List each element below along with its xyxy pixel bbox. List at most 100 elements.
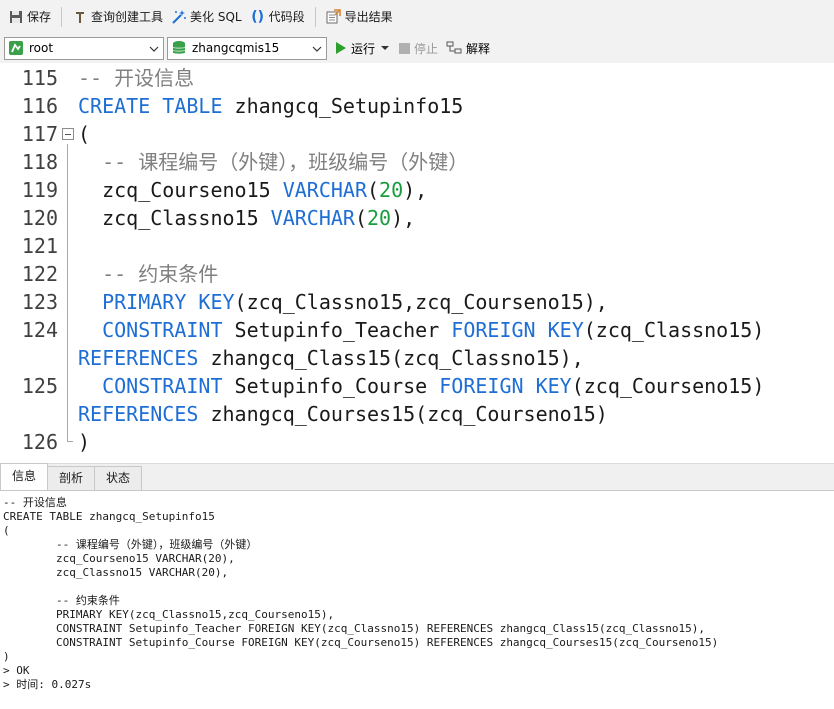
sql-comment: -- 约束条件 — [78, 262, 219, 286]
sql-number: 20 — [367, 206, 392, 230]
connection-toolbar: root zhangcqmis15 运行 停止 解释 — [0, 33, 834, 63]
output-line: CONSTRAINT Setupinfo_Teacher FOREIGN KEY… — [3, 622, 705, 635]
output-line: zcq_Classno15 VARCHAR(20), — [3, 566, 229, 579]
line-number: 116 — [21, 94, 58, 118]
fold-guide-line — [67, 144, 68, 434]
export-icon — [326, 9, 342, 25]
code-text: ), — [391, 206, 416, 230]
output-line: ( — [3, 524, 10, 537]
code-text: ( — [354, 206, 367, 230]
beautify-sql-button[interactable]: 美化 SQL — [167, 5, 246, 29]
output-line: zcq_Courseno15 VARCHAR(20), — [3, 552, 235, 565]
code-text: zhangcq_Courses15(zcq_Courseno15) — [198, 402, 608, 426]
line-number: 119 — [21, 178, 58, 202]
sql-comment: -- 开设信息 — [78, 66, 195, 90]
code-line: zcq_Courseno15 VARCHAR(20), — [78, 176, 427, 204]
stop-icon — [399, 42, 411, 54]
query-builder-button[interactable]: 查询创建工具 — [68, 5, 167, 29]
code-text: (zcq_Classno15) — [583, 318, 765, 342]
code-text: zhangcq_Setupinfo15 — [222, 94, 464, 118]
output-line: CREATE TABLE zhangcq_Setupinfo15 — [3, 510, 215, 523]
sql-editor[interactable]: 115 -- 开设信息 116 CREATE TABLE zhangcq_Setupi… — [0, 63, 834, 463]
code-text: (zcq_Classno15,zcq_Courseno15), — [234, 290, 608, 314]
sql-keyword: VARCHAR — [282, 178, 367, 202]
output-line: -- 开设信息 — [3, 496, 67, 509]
sql-keyword: VARCHAR — [270, 206, 355, 230]
code-line: PRIMARY KEY(zcq_Classno15,zcq_Courseno15… — [78, 288, 608, 316]
sql-comment: -- 课程编号（外键），班级编号（外键） — [78, 150, 469, 174]
message-output: -- 开设信息 CREATE TABLE zhangcq_Setupinfo15(… — [0, 491, 834, 709]
output-line: PRIMARY KEY(zcq_Classno15,zcq_Courseno15… — [3, 608, 335, 621]
query-builder-icon — [72, 9, 88, 25]
output-line: ) — [3, 650, 10, 663]
connection-select[interactable]: root — [4, 36, 164, 60]
code-line: CONSTRAINT Setupinfo_Course FOREIGN KEY(… — [78, 372, 764, 400]
output-line: > 时间: 0.027s — [3, 678, 92, 691]
run-button[interactable]: 运行 — [335, 40, 390, 57]
database-select[interactable]: zhangcqmis15 — [167, 36, 327, 60]
tab-status[interactable]: 状态 — [94, 466, 143, 490]
code-text: ( — [367, 178, 380, 202]
sql-keyword: CONSTRAINT — [78, 318, 223, 342]
query-builder-label: 查询创建工具 — [91, 10, 164, 24]
line-number: 123 — [21, 290, 58, 314]
export-results-button[interactable]: 导出结果 — [322, 5, 397, 29]
code-text: zcq_Courseno15 — [78, 178, 283, 202]
parentheses-icon: () — [251, 8, 264, 25]
chevron-down-icon — [149, 43, 159, 57]
tab-info[interactable]: 信息 — [0, 463, 49, 490]
code-snippet-button[interactable]: () 代码段 — [246, 5, 309, 29]
line-number: 118 — [21, 150, 58, 174]
tab-profile[interactable]: 剖析 — [47, 466, 96, 490]
sql-keyword: REFERENCES — [78, 402, 199, 426]
line-number: 122 — [21, 262, 58, 286]
export-results-label: 导出结果 — [344, 10, 393, 24]
sql-keyword: REFERENCES — [78, 346, 199, 370]
stop-button[interactable]: 停止 — [399, 40, 438, 57]
code-line: REFERENCES zhangcq_Courses15(zcq_Coursen… — [78, 400, 608, 428]
play-icon — [335, 42, 347, 54]
code-line: zcq_Classno15 VARCHAR(20), — [78, 204, 415, 232]
output-line: -- 课程编号（外键），班级编号（外键） — [3, 538, 258, 551]
main-toolbar: 保存 查询创建工具 美化 SQL () 代码段 导出结果 — [0, 0, 834, 33]
sql-keyword: CREATE TABLE — [78, 94, 223, 118]
code-line: -- 开设信息 — [78, 64, 194, 92]
code-text: Setupinfo_Teacher — [222, 318, 452, 342]
run-label: 运行 — [351, 41, 376, 56]
sql-number: 20 — [379, 178, 404, 202]
explain-icon — [446, 41, 462, 55]
explain-label: 解释 — [466, 41, 491, 56]
code-line: -- 约束条件 — [78, 260, 218, 288]
code-line: -- 课程编号（外键），班级编号（外键） — [78, 148, 468, 176]
fold-end-icon — [67, 434, 73, 442]
code-line: CREATE TABLE zhangcq_Setupinfo15 — [78, 92, 463, 120]
line-number: 120 — [21, 206, 58, 230]
database-value: zhangcqmis15 — [192, 41, 280, 55]
stop-label: 停止 — [414, 41, 439, 56]
fold-toggle-icon[interactable] — [62, 128, 74, 140]
line-number: 125 — [21, 374, 58, 398]
explain-button[interactable]: 解释 — [446, 40, 490, 57]
code-line: ( — [78, 120, 90, 148]
magic-wand-icon — [171, 9, 187, 25]
connection-value: root — [29, 41, 54, 55]
code-text: ) — [78, 430, 91, 454]
sql-keyword: FOREIGN KEY — [451, 318, 584, 342]
save-icon — [8, 9, 24, 25]
code-snippet-label: 代码段 — [268, 10, 305, 24]
database-icon — [171, 40, 187, 56]
save-button[interactable]: 保存 — [4, 5, 55, 29]
run-dropdown-icon[interactable] — [381, 44, 390, 52]
beautify-sql-label: 美化 SQL — [190, 10, 242, 24]
sql-keyword: PRIMARY KEY — [78, 290, 235, 314]
sql-keyword: FOREIGN KEY — [439, 374, 572, 398]
code-line: CONSTRAINT Setupinfo_Teacher FOREIGN KEY… — [78, 316, 764, 344]
line-number: 117 — [21, 122, 58, 146]
connection-icon — [8, 40, 24, 56]
line-number: 115 — [21, 66, 58, 90]
result-tabs: 信息 剖析 状态 — [0, 463, 834, 491]
code-text: zhangcq_Class15(zcq_Classno15), — [198, 346, 584, 370]
code-text: ( — [78, 122, 91, 146]
line-number: 124 — [21, 318, 58, 342]
output-line: -- 约束条件 — [3, 594, 120, 607]
